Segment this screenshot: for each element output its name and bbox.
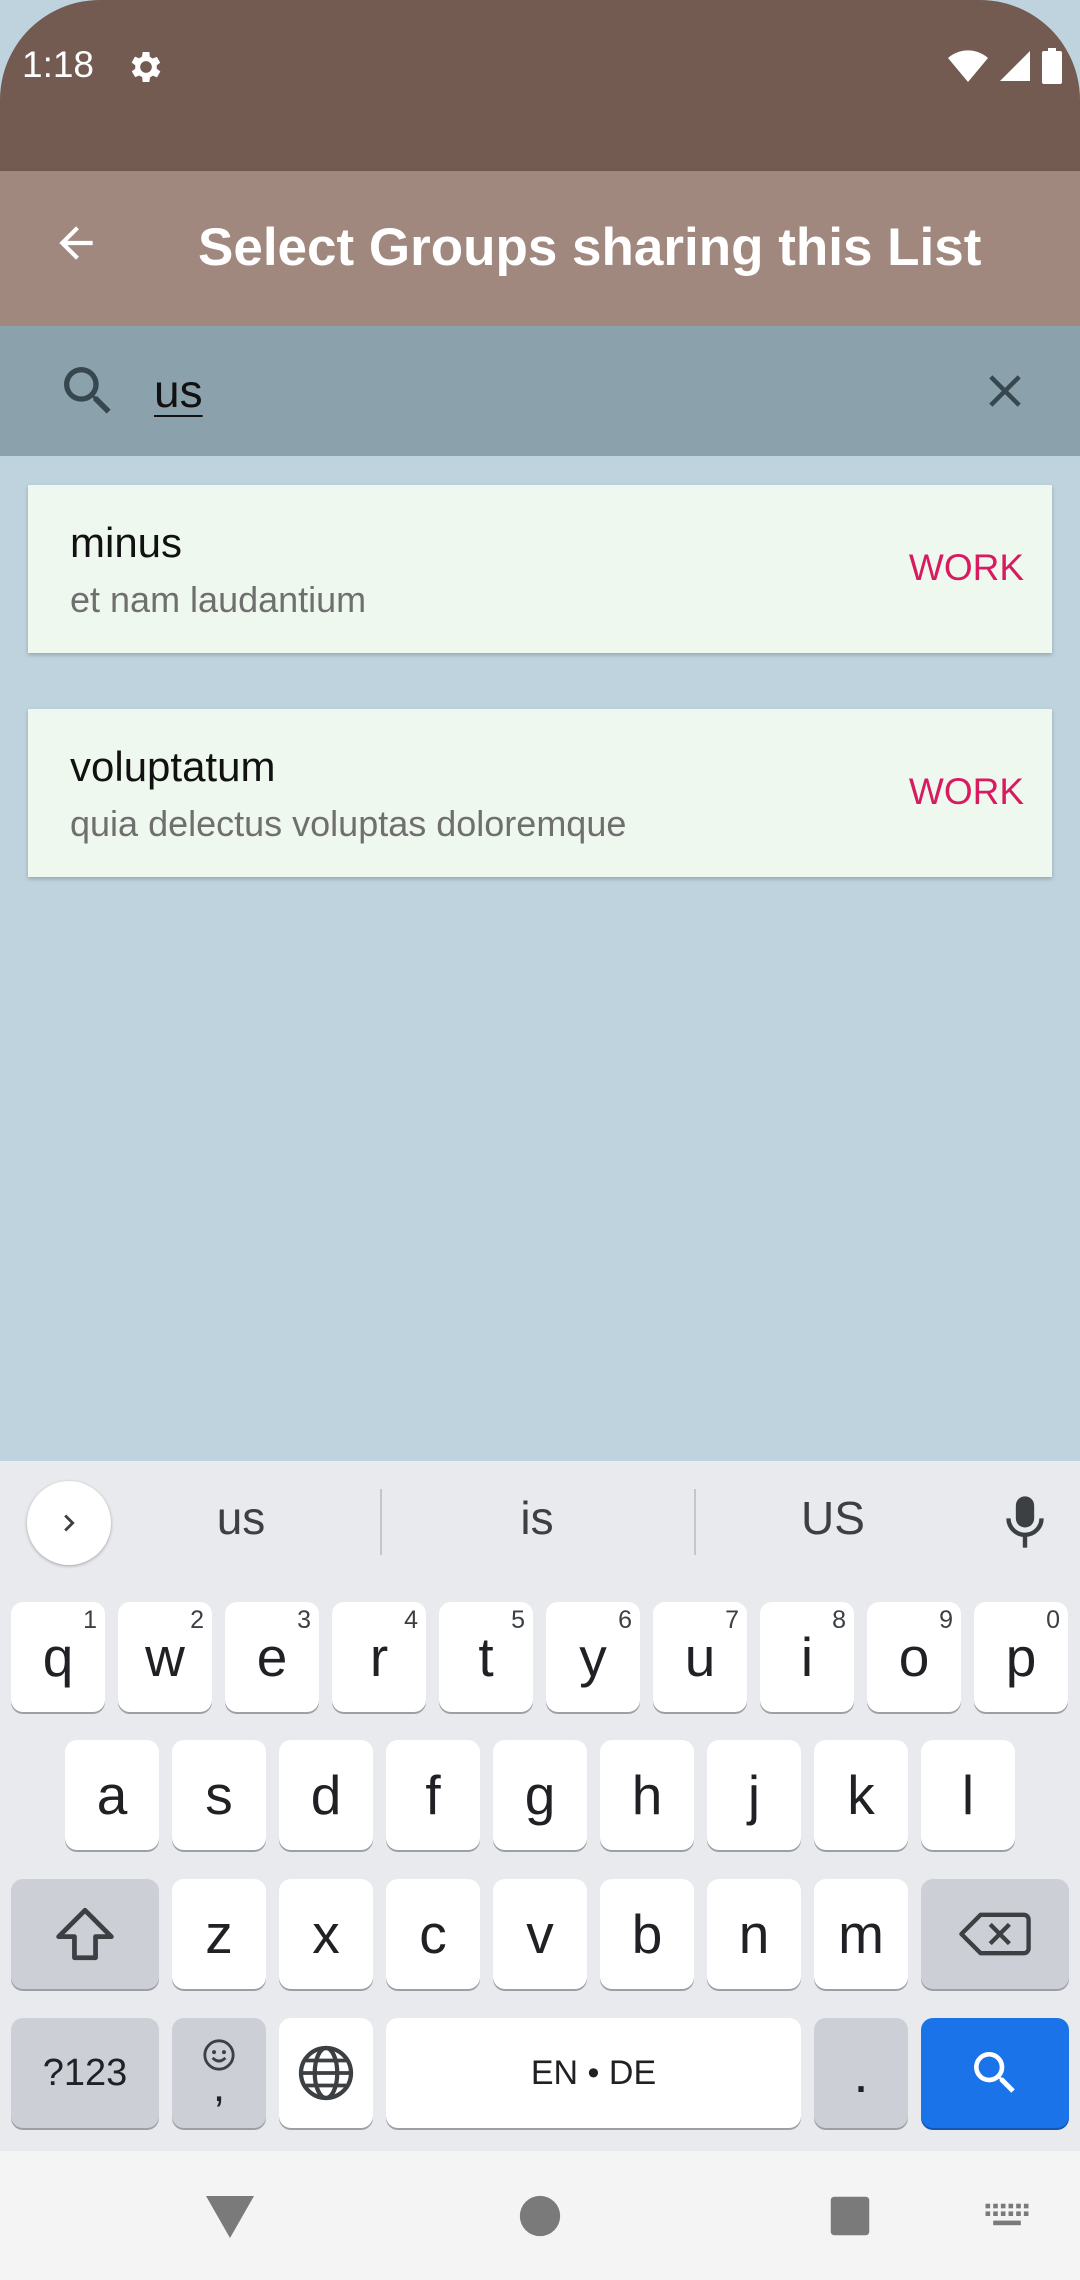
shift-arrow-icon (56, 1907, 114, 1961)
group-type-badge: WORK (908, 771, 1024, 812)
keyboard-search-key[interactable] (921, 2018, 1069, 2128)
voice-input-button[interactable] (995, 1489, 1055, 1555)
settings-gear-icon (131, 52, 161, 82)
key-a[interactable]: a (65, 1740, 159, 1850)
group-name: voluptatum (70, 743, 276, 790)
suggestion-divider (694, 1489, 696, 1555)
backspace-key[interactable] (921, 1879, 1069, 1989)
battery-icon (1042, 48, 1062, 84)
suggestion-item[interactable]: US (703, 1491, 963, 1545)
status-icons (948, 46, 1062, 86)
key-w[interactable]: w2 (118, 1602, 212, 1712)
cell-signal-icon (1000, 51, 1030, 81)
key-s[interactable]: s (172, 1740, 266, 1850)
key-c[interactable]: c (386, 1879, 480, 1989)
system-navigation-bar (0, 2151, 1080, 2280)
clear-search-button[interactable] (972, 358, 1038, 424)
space-bar[interactable]: EN • DE (386, 2018, 801, 2128)
status-bar: 1:18 (0, 0, 1080, 171)
backspace-icon (959, 1912, 1031, 1956)
circle-home-icon (519, 2195, 561, 2237)
chevron-right-icon (64, 1514, 75, 1532)
wifi-icon (948, 50, 988, 82)
search-input[interactable] (154, 360, 934, 422)
soft-keyboard: us is US q1 w2 e3 r4 t5 y6 u7 i8 o9 p0 a… (0, 1461, 1080, 2151)
group-card[interactable]: voluptatum quia delectus voluptas dolore… (28, 709, 1052, 877)
key-q[interactable]: q1 (11, 1602, 105, 1712)
key-y[interactable]: y6 (546, 1602, 640, 1712)
period-key[interactable]: . (814, 2018, 908, 2128)
key-z[interactable]: z (172, 1879, 266, 1989)
shift-key[interactable] (11, 1879, 159, 1989)
app-bar: Select Groups sharing this List (0, 171, 1080, 326)
key-h[interactable]: h (600, 1740, 694, 1850)
suggestion-item[interactable]: is (407, 1491, 667, 1545)
key-m[interactable]: m (814, 1879, 908, 1989)
key-u[interactable]: u7 (653, 1602, 747, 1712)
key-l[interactable]: l (921, 1740, 1015, 1850)
key-b[interactable]: b (600, 1879, 694, 1989)
key-n[interactable]: n (707, 1879, 801, 1989)
key-k[interactable]: k (814, 1740, 908, 1850)
key-p[interactable]: p0 (974, 1602, 1068, 1712)
search-icon (64, 367, 111, 414)
microphone-icon (1006, 1496, 1044, 1548)
emoji-comma-key[interactable]: , (172, 2018, 266, 2128)
key-g[interactable]: g (493, 1740, 587, 1850)
group-type-badge: WORK (908, 547, 1024, 588)
group-name: minus (70, 519, 183, 566)
key-o[interactable]: o9 (867, 1602, 961, 1712)
key-e[interactable]: e3 (225, 1602, 319, 1712)
key-r[interactable]: r4 (332, 1602, 426, 1712)
search-icon (974, 2052, 1015, 2093)
nav-recents-button[interactable] (815, 2181, 885, 2251)
nav-back-button[interactable] (195, 2181, 265, 2251)
status-time: 1:18 (22, 44, 95, 85)
suggestion-divider (380, 1489, 382, 1555)
keyboard-switch-button[interactable] (972, 2181, 1042, 2251)
group-card[interactable]: minus et nam laudantium WORK (28, 485, 1052, 653)
key-i[interactable]: i8 (760, 1602, 854, 1712)
back-button[interactable] (40, 207, 112, 279)
key-v[interactable]: v (493, 1879, 587, 1989)
suggestion-strip: us is US (0, 1461, 1080, 1589)
symbols-key[interactable]: ?123 (11, 2018, 159, 2128)
group-description: quia delectus voluptas doloremque (70, 803, 627, 844)
toolbar-expand-button[interactable] (27, 1481, 111, 1565)
page-title: Select Groups sharing this List (198, 218, 982, 277)
key-t[interactable]: t5 (439, 1602, 533, 1712)
key-f[interactable]: f (386, 1740, 480, 1850)
globe-icon (298, 2045, 354, 2101)
square-recents-icon (830, 2196, 870, 2236)
key-x[interactable]: x (279, 1879, 373, 1989)
close-icon (989, 375, 1021, 407)
key-j[interactable]: j (707, 1740, 801, 1850)
group-description: et nam laudantium (70, 579, 367, 620)
language-key[interactable] (279, 2018, 373, 2128)
search-bar (0, 326, 1080, 456)
keyboard-icon (985, 2203, 1029, 2226)
suggestion-item[interactable]: us (111, 1491, 371, 1545)
comma-label: , (212, 2062, 226, 2111)
triangle-down-icon (206, 2196, 254, 2238)
key-d[interactable]: d (279, 1740, 373, 1850)
nav-home-button[interactable] (505, 2181, 575, 2251)
arrow-back-icon (59, 226, 93, 260)
